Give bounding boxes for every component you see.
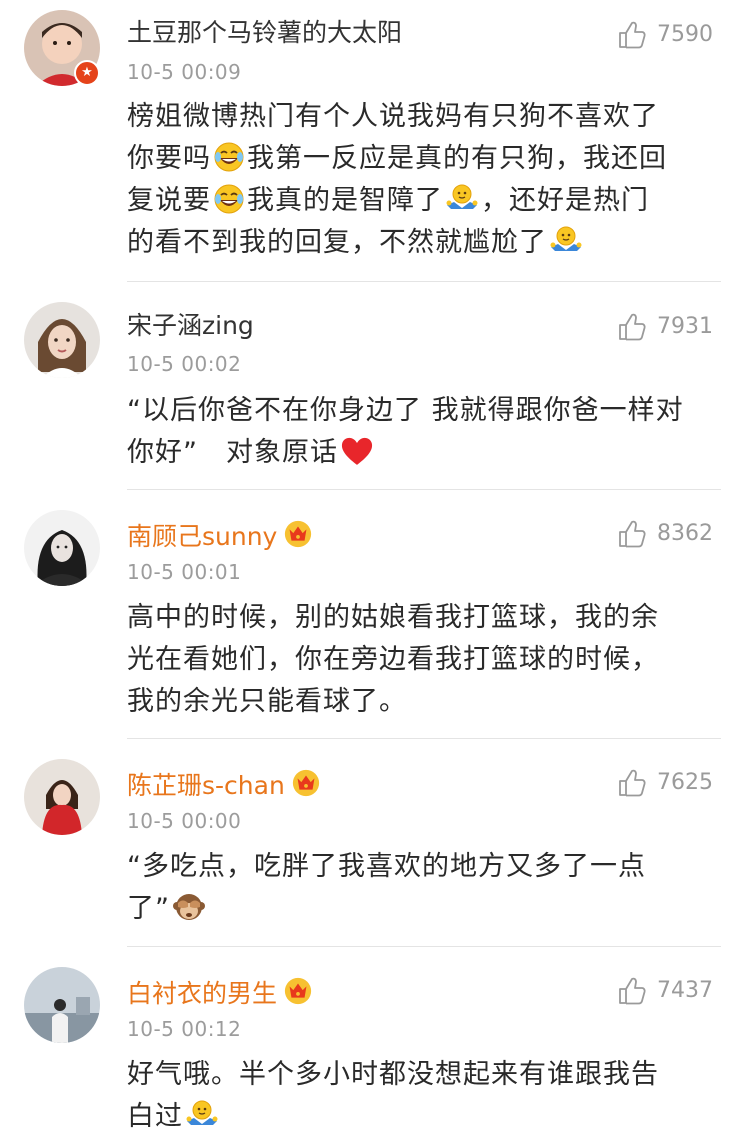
username[interactable]: 土豆那个马铃薯的大太阳 [127,18,402,48]
vip-crown-icon [283,519,313,549]
comment-line: 好气哦。半个多小时都没想起来有谁跟我告 [127,1059,659,1090]
divider [127,946,721,947]
timestamp: 10-5 00:09 [127,60,242,84]
laugh-cry-emoji [213,183,245,215]
like-button[interactable]: 7625 [617,768,713,798]
comment-text: “多吃点，吃胖了我喜欢的地方又多了一点 了” [127,846,727,930]
heart-emoji [340,435,374,467]
comment-line: 高中的时候，别的姑娘看我打篮球，我的余 [127,602,659,633]
comment-line: 复说要 [127,185,211,216]
timestamp: 10-5 00:02 [127,352,242,376]
divider [127,281,721,282]
comment-line: ，还好是热门 [481,185,649,216]
username-text: 陈芷珊s-chan [127,771,285,800]
comment-text: “以后你爸不在你身边了 我就得跟你爸一样对 你好” 对象原话 [127,390,727,474]
like-thumb-icon [617,20,647,50]
username[interactable]: 白衬衣的男生 [127,976,313,1009]
like-thumb-icon [617,519,647,549]
shrug-emoji [549,225,583,257]
like-thumb-icon [617,768,647,798]
comment-line: 你要吗 [127,143,211,174]
divider [127,738,721,739]
shrug-emoji [185,1099,219,1131]
like-button[interactable]: 7590 [617,20,713,50]
vip-crown-icon [291,768,321,798]
username-text: 白衬衣的男生 [127,979,278,1008]
laugh-cry-emoji [213,141,245,173]
avatar[interactable] [24,510,100,586]
see-no-evil-monkey-emoji [172,891,206,923]
timestamp: 10-5 00:01 [127,560,242,584]
vip-crown-icon [283,976,313,1006]
username-text: 南顾己sunny [127,522,278,551]
like-thumb-icon [617,976,647,1006]
comment-line: “以后你爸不在你身边了 我就得跟你爸一样对 [127,395,684,426]
avatar[interactable] [24,759,100,835]
username[interactable]: 陈芷珊s-chan [127,768,321,801]
avatar[interactable] [24,302,100,378]
comment-line: 榜姐微博热门有个人说我妈有只狗不喜欢了 [127,101,659,132]
comment-line: 的看不到我的回复，不然就尴尬了 [127,227,547,258]
timestamp: 10-5 00:00 [127,809,242,833]
comment-line: 你好” 对象原话 [127,437,338,468]
comment-line: 我的余光只能看球了。 [127,686,407,717]
like-count: 7590 [657,22,713,47]
like-count: 7931 [657,314,713,339]
username[interactable]: 宋子涵zing [127,311,254,341]
comment-text: 高中的时候，别的姑娘看我打篮球，我的余 光在看她们，你在旁边看我打篮球的时候， … [127,597,727,723]
comment-line: 我真的是智障了 [247,185,443,216]
like-button[interactable]: 8362 [617,519,713,549]
comment-line: 了” [127,893,170,924]
like-count: 8362 [657,521,713,546]
comment-line: 白过 [127,1101,183,1132]
comment-line: 我第一反应是真的有只狗，我还回 [247,143,667,174]
comment-text: 好气哦。半个多小时都没想起来有谁跟我告 白过 [127,1054,727,1138]
avatar[interactable] [24,967,100,1043]
timestamp: 10-5 00:12 [127,1017,242,1041]
shrug-emoji [445,183,479,215]
verified-badge-icon: ★ [74,60,100,86]
comment-line: “多吃点，吃胖了我喜欢的地方又多了一点 [127,851,646,882]
like-count: 7437 [657,978,713,1003]
like-button[interactable]: 7931 [617,312,713,342]
comment-text: 榜姐微博热门有个人说我妈有只狗不喜欢了 你要吗 我第一反应是真的有只狗，我还回 复… [127,96,727,264]
like-count: 7625 [657,770,713,795]
divider [127,489,721,490]
comment-line: 光在看她们，你在旁边看我打篮球的时候， [127,644,659,675]
username[interactable]: 南顾己sunny [127,519,313,552]
like-thumb-icon [617,312,647,342]
like-button[interactable]: 7437 [617,976,713,1006]
